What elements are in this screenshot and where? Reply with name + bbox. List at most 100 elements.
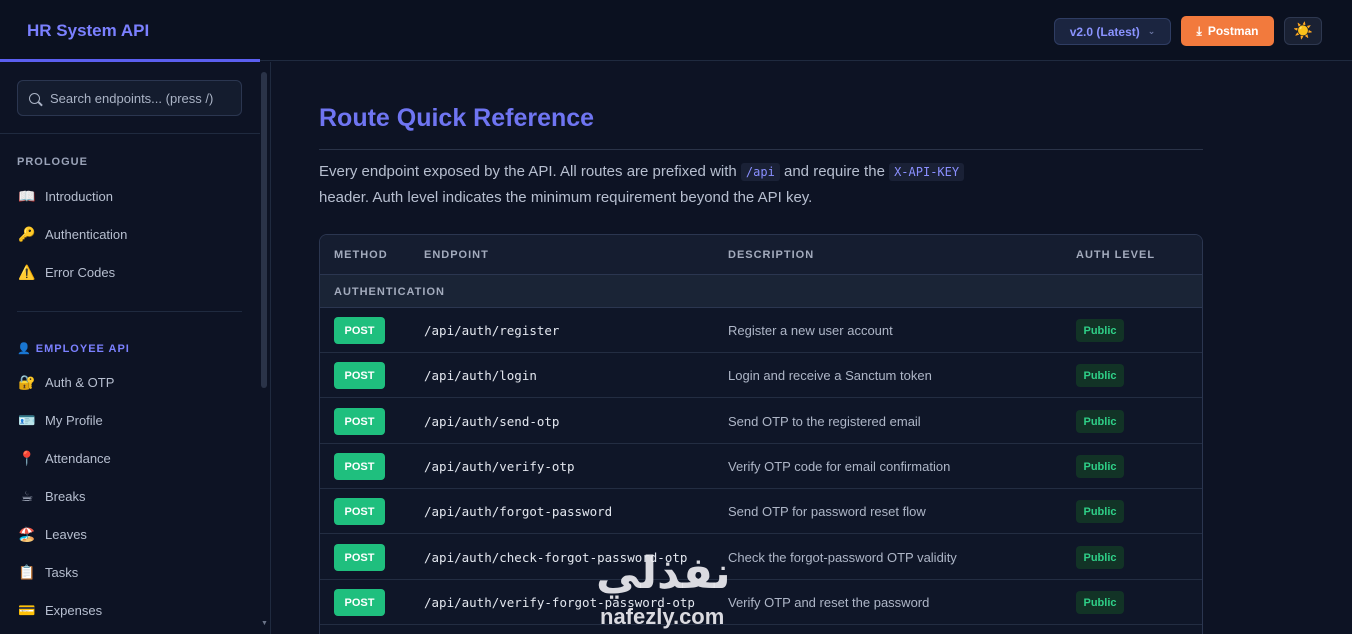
- download-icon: ⤓: [1196, 23, 1202, 38]
- postman-label: Postman: [1207, 24, 1259, 38]
- intro-text: and require the: [784, 163, 885, 180]
- section-label-employee-api: 👤 EMPLOYEE API: [17, 343, 130, 355]
- sidebar-item-authentication[interactable]: 🔑 Authentication: [18, 221, 238, 247]
- endpoint-description: Verify OTP and reset the password: [728, 595, 930, 610]
- method-badge: POST: [334, 544, 385, 571]
- endpoint-description: Verify OTP code for email confirmation: [728, 459, 951, 474]
- chevron-down-icon: ⌄: [1147, 26, 1156, 36]
- auth-level-badge: Public: [1076, 546, 1124, 569]
- endpoint-path: /api/auth/send-otp: [424, 414, 560, 429]
- sidebar-item-label: Expenses: [45, 602, 103, 618]
- auth-level-badge: Public: [1076, 364, 1124, 387]
- clipboard-icon: 📋: [18, 563, 36, 580]
- endpoint-path: /api/auth/check-forgot-password-otp: [424, 550, 688, 565]
- sidebar-item-breaks[interactable]: ☕ Breaks: [18, 483, 238, 509]
- endpoint-path: /api/auth/login: [424, 368, 537, 383]
- auth-level-badge: Public: [1076, 319, 1124, 342]
- book-icon: 📖: [18, 187, 36, 204]
- beach-icon: 🏖️: [18, 525, 36, 542]
- auth-level-badge: Public: [1076, 410, 1124, 433]
- column-header-description: DESCRIPTION: [728, 249, 815, 261]
- table-row[interactable]: POST /api/auth/forgot-password Send OTP …: [320, 489, 1202, 534]
- group-label: AUTHENTICATION: [334, 286, 445, 298]
- table-header: METHOD ENDPOINT DESCRIPTION AUTH LEVEL: [320, 235, 1202, 275]
- search-input[interactable]: [50, 90, 235, 106]
- method-badge: POST: [334, 589, 385, 616]
- lock-icon: 🔐: [18, 373, 36, 390]
- sidebar-item-tasks[interactable]: 📋 Tasks: [18, 559, 238, 585]
- sidebar-item-label: Introduction: [45, 188, 113, 204]
- top-bar: HR System API v2.0 (Latest) ⌄ ⤓ Postman …: [0, 0, 1352, 62]
- table-row[interactable]: POST /api/auth/login Login and receive a…: [320, 353, 1202, 398]
- api-prefix-code: /api: [740, 163, 780, 181]
- key-icon: 🔑: [18, 225, 36, 242]
- method-badge: POST: [334, 317, 385, 344]
- table-row[interactable]: POST /api/auth/check-forgot-password-otp…: [320, 535, 1202, 580]
- sidebar-item-auth-otp[interactable]: 🔐 Auth & OTP: [18, 369, 238, 395]
- intro-text: Every endpoint exposed by the API. All r…: [319, 163, 737, 180]
- endpoint-description: Register a new user account: [728, 323, 893, 338]
- sidebar-scrollbar[interactable]: [261, 72, 267, 388]
- postman-button[interactable]: ⤓ Postman: [1181, 16, 1274, 46]
- sidebar-item-my-profile[interactable]: 🪪 My Profile: [18, 407, 238, 433]
- intro-paragraph: Every endpoint exposed by the API. All r…: [319, 159, 989, 211]
- endpoint-description: Login and receive a Sanctum token: [728, 368, 932, 383]
- search-box[interactable]: [17, 80, 242, 116]
- method-badge: POST: [334, 453, 385, 480]
- auth-level-badge: Public: [1076, 500, 1124, 523]
- method-badge: POST: [334, 362, 385, 389]
- endpoint-description: Send OTP for password reset flow: [728, 504, 926, 519]
- sidebar-item-label: Attendance: [45, 450, 111, 466]
- sun-icon: ☀️: [1293, 23, 1313, 40]
- warning-icon: ⚠️: [18, 263, 36, 280]
- main-content: Route Quick Reference Every endpoint exp…: [272, 62, 1352, 634]
- coffee-icon: ☕: [20, 487, 34, 504]
- sidebar-item-error-codes[interactable]: ⚠️ Error Codes: [18, 259, 238, 285]
- table-row[interactable]: POST /api/auth/send-otp Send OTP to the …: [320, 399, 1202, 444]
- version-label: v2.0 (Latest): [1069, 24, 1140, 39]
- sidebar-item-label: Tasks: [45, 564, 79, 580]
- sidebar-item-expenses[interactable]: 💳 Expenses: [18, 597, 238, 623]
- title-divider: [319, 149, 1203, 150]
- sidebar-divider: [0, 133, 260, 134]
- id-card-icon: 🪪: [18, 411, 36, 428]
- credit-card-icon: 💳: [18, 601, 36, 618]
- method-badge: POST: [334, 498, 385, 525]
- endpoint-path: /api/auth/forgot-password: [424, 504, 613, 519]
- endpoint-description: Check the forgot-password OTP validity: [728, 550, 957, 565]
- auth-level-badge: Public: [1076, 591, 1124, 614]
- column-header-endpoint: ENDPOINT: [424, 249, 489, 261]
- page-title: Route Quick Reference: [319, 104, 595, 132]
- method-badge: POST: [334, 408, 385, 435]
- scroll-down-icon[interactable]: ▼: [261, 620, 268, 627]
- table-row[interactable]: POST /api/auth/verify-otp Verify OTP cod…: [320, 444, 1202, 489]
- sidebar-item-label: Authentication: [45, 226, 128, 242]
- endpoint-path: /api/auth/register: [424, 323, 560, 338]
- sidebar-item-attendance[interactable]: 📍 Attendance: [18, 445, 238, 471]
- endpoint-description: Send OTP to the registered email: [728, 414, 921, 429]
- sidebar-item-leaves[interactable]: 🏖️ Leaves: [18, 521, 238, 547]
- endpoint-path: /api/auth/verify-otp: [424, 459, 575, 474]
- sidebar-item-label: Error Codes: [45, 264, 116, 280]
- column-header-auth-level: AUTH LEVEL: [1076, 249, 1156, 261]
- theme-toggle-button[interactable]: ☀️: [1284, 17, 1322, 45]
- table-group-row: AUTHENTICATION: [320, 275, 1202, 308]
- table-row[interactable]: POST /api/auth/verify-forgot-password-ot…: [320, 580, 1202, 625]
- sidebar-item-label: My Profile: [45, 412, 103, 428]
- intro-text: header. Auth level indicates the minimum…: [319, 189, 813, 206]
- auth-level-badge: Public: [1076, 455, 1124, 478]
- brand-title[interactable]: HR System API: [27, 21, 149, 41]
- table-row[interactable]: POST /api/auth/register Register a new u…: [320, 308, 1202, 353]
- endpoint-path: /api/auth/verify-forgot-password-otp: [424, 595, 695, 610]
- api-key-code: X-API-KEY: [889, 163, 965, 181]
- version-select[interactable]: v2.0 (Latest) ⌄: [1054, 18, 1171, 45]
- routes-table: METHOD ENDPOINT DESCRIPTION AUTH LEVEL A…: [319, 234, 1203, 634]
- sidebar-item-introduction[interactable]: 📖 Introduction: [18, 183, 238, 209]
- sidebar-separator: [17, 311, 242, 312]
- pin-icon: 📍: [18, 449, 36, 466]
- column-header-method: METHOD: [334, 249, 388, 261]
- sidebar-item-label: Breaks: [45, 488, 86, 504]
- sidebar-item-label: Leaves: [45, 526, 87, 542]
- section-label-prologue: PROLOGUE: [17, 156, 88, 168]
- sidebar-item-label: Auth & OTP: [45, 374, 115, 390]
